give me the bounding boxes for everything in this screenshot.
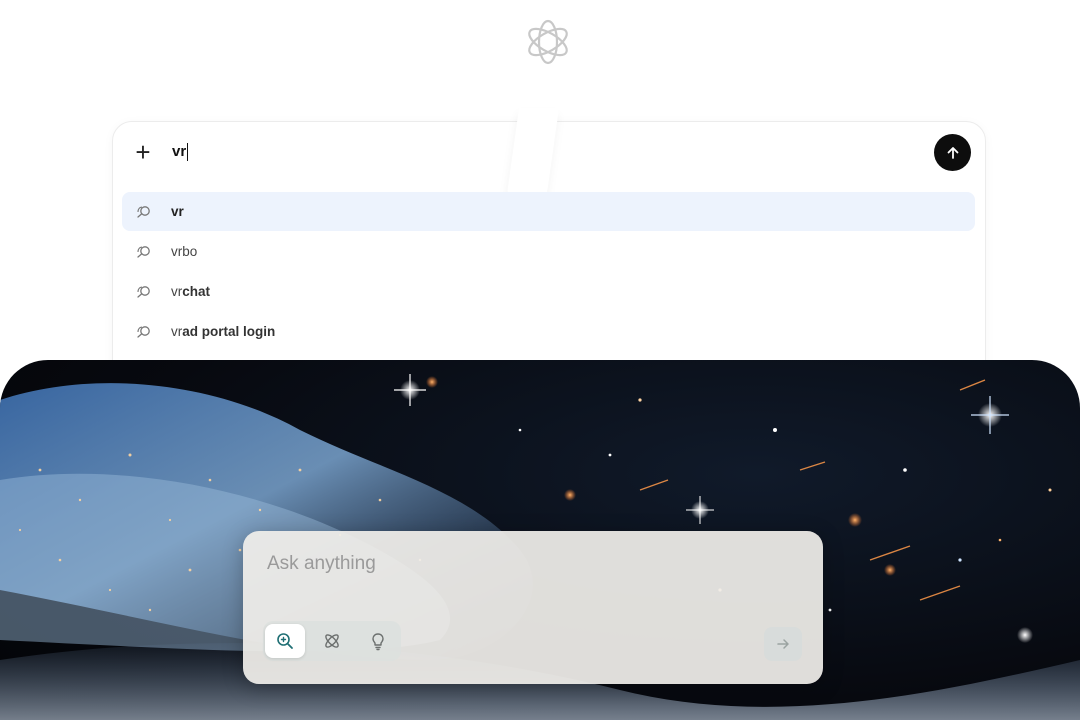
search-suggestion-icon <box>137 245 150 258</box>
atom-icon <box>325 634 339 648</box>
search-mode-button[interactable] <box>265 624 305 658</box>
suggestion-label: vrbo <box>171 244 198 259</box>
page: + vr vr vrbo vrchat vrad portal login As… <box>0 0 1080 720</box>
suggestion-item-vrbo[interactable]: vrbo <box>122 232 975 271</box>
suggestion-item-vr[interactable]: vr <box>122 192 975 231</box>
suggestion-label: vrchat <box>171 284 211 299</box>
search-zoom-icon <box>277 633 293 649</box>
suggestion-item-vrchat[interactable]: vrchat <box>122 272 975 311</box>
arrow-right-icon <box>777 639 789 649</box>
add-button[interactable]: + <box>128 137 158 167</box>
ideas-mode-button[interactable] <box>358 624 398 658</box>
search-suggestion-icon <box>137 205 150 218</box>
text-caret <box>187 143 189 162</box>
ask-card: Ask anything <box>243 531 823 684</box>
suggestion-list: vr vrbo vrchat vrad portal login <box>122 192 975 352</box>
research-mode-button[interactable] <box>312 624 352 658</box>
suggestion-item-vrad-portal-login[interactable]: vrad portal login <box>122 312 975 351</box>
search-suggestion-icon <box>137 285 150 298</box>
search-input[interactable]: vr <box>172 141 189 163</box>
send-button[interactable] <box>934 134 971 171</box>
search-query-text: vr <box>172 143 187 160</box>
mode-selector <box>263 621 401 661</box>
suggestion-label: vr <box>171 204 184 219</box>
lightbulb-icon <box>372 633 384 651</box>
submit-button[interactable] <box>764 627 802 661</box>
openai-logo-icon <box>528 19 568 65</box>
suggestion-label: vrad portal login <box>171 324 276 339</box>
ask-input[interactable]: Ask anything <box>267 553 376 575</box>
search-suggestion-icon <box>137 325 150 338</box>
arrow-up-icon <box>947 146 958 159</box>
